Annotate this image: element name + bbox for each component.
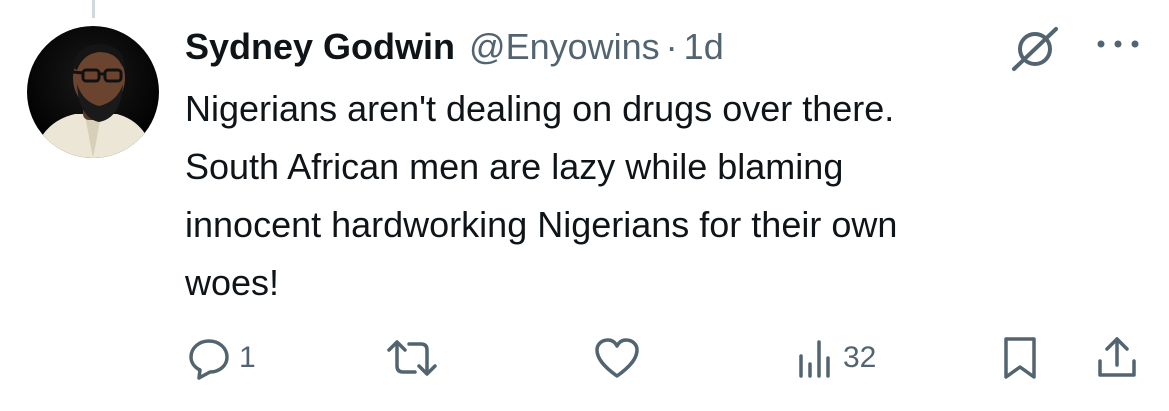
header-separator: · (665, 26, 678, 67)
views-count: 32 (843, 341, 877, 374)
reply-button[interactable]: 1 (187, 330, 256, 386)
bookmark-button[interactable] (1000, 330, 1040, 386)
profile-photo-icon (27, 26, 159, 158)
grok-icon[interactable] (1010, 25, 1062, 73)
views-icon (799, 340, 830, 378)
author-display-name[interactable]: Sydney Godwin (185, 26, 455, 68)
thread-connector-line (92, 0, 95, 18)
tweet-timestamp[interactable]: 1d (684, 26, 724, 68)
retweet-icon (387, 340, 437, 376)
tweet-action-bar: 1 32 (185, 330, 1145, 386)
tweet-text: Nigerians aren't dealing on drugs over t… (185, 88, 898, 303)
heart-icon (595, 338, 639, 378)
like-button[interactable] (593, 330, 649, 386)
tweet-header: Sydney Godwin @Enyowins · 1d (185, 22, 724, 72)
retweet-button[interactable] (385, 330, 447, 386)
share-button[interactable] (1095, 330, 1139, 386)
share-icon (1098, 337, 1136, 377)
more-icon[interactable] (1095, 36, 1141, 52)
reply-count: 1 (239, 341, 256, 374)
author-handle[interactable]: @Enyowins (469, 26, 660, 68)
reply-icon (189, 339, 229, 380)
avatar[interactable] (27, 26, 159, 158)
views-button[interactable]: 32 (795, 330, 876, 386)
bookmark-icon (1004, 337, 1036, 379)
